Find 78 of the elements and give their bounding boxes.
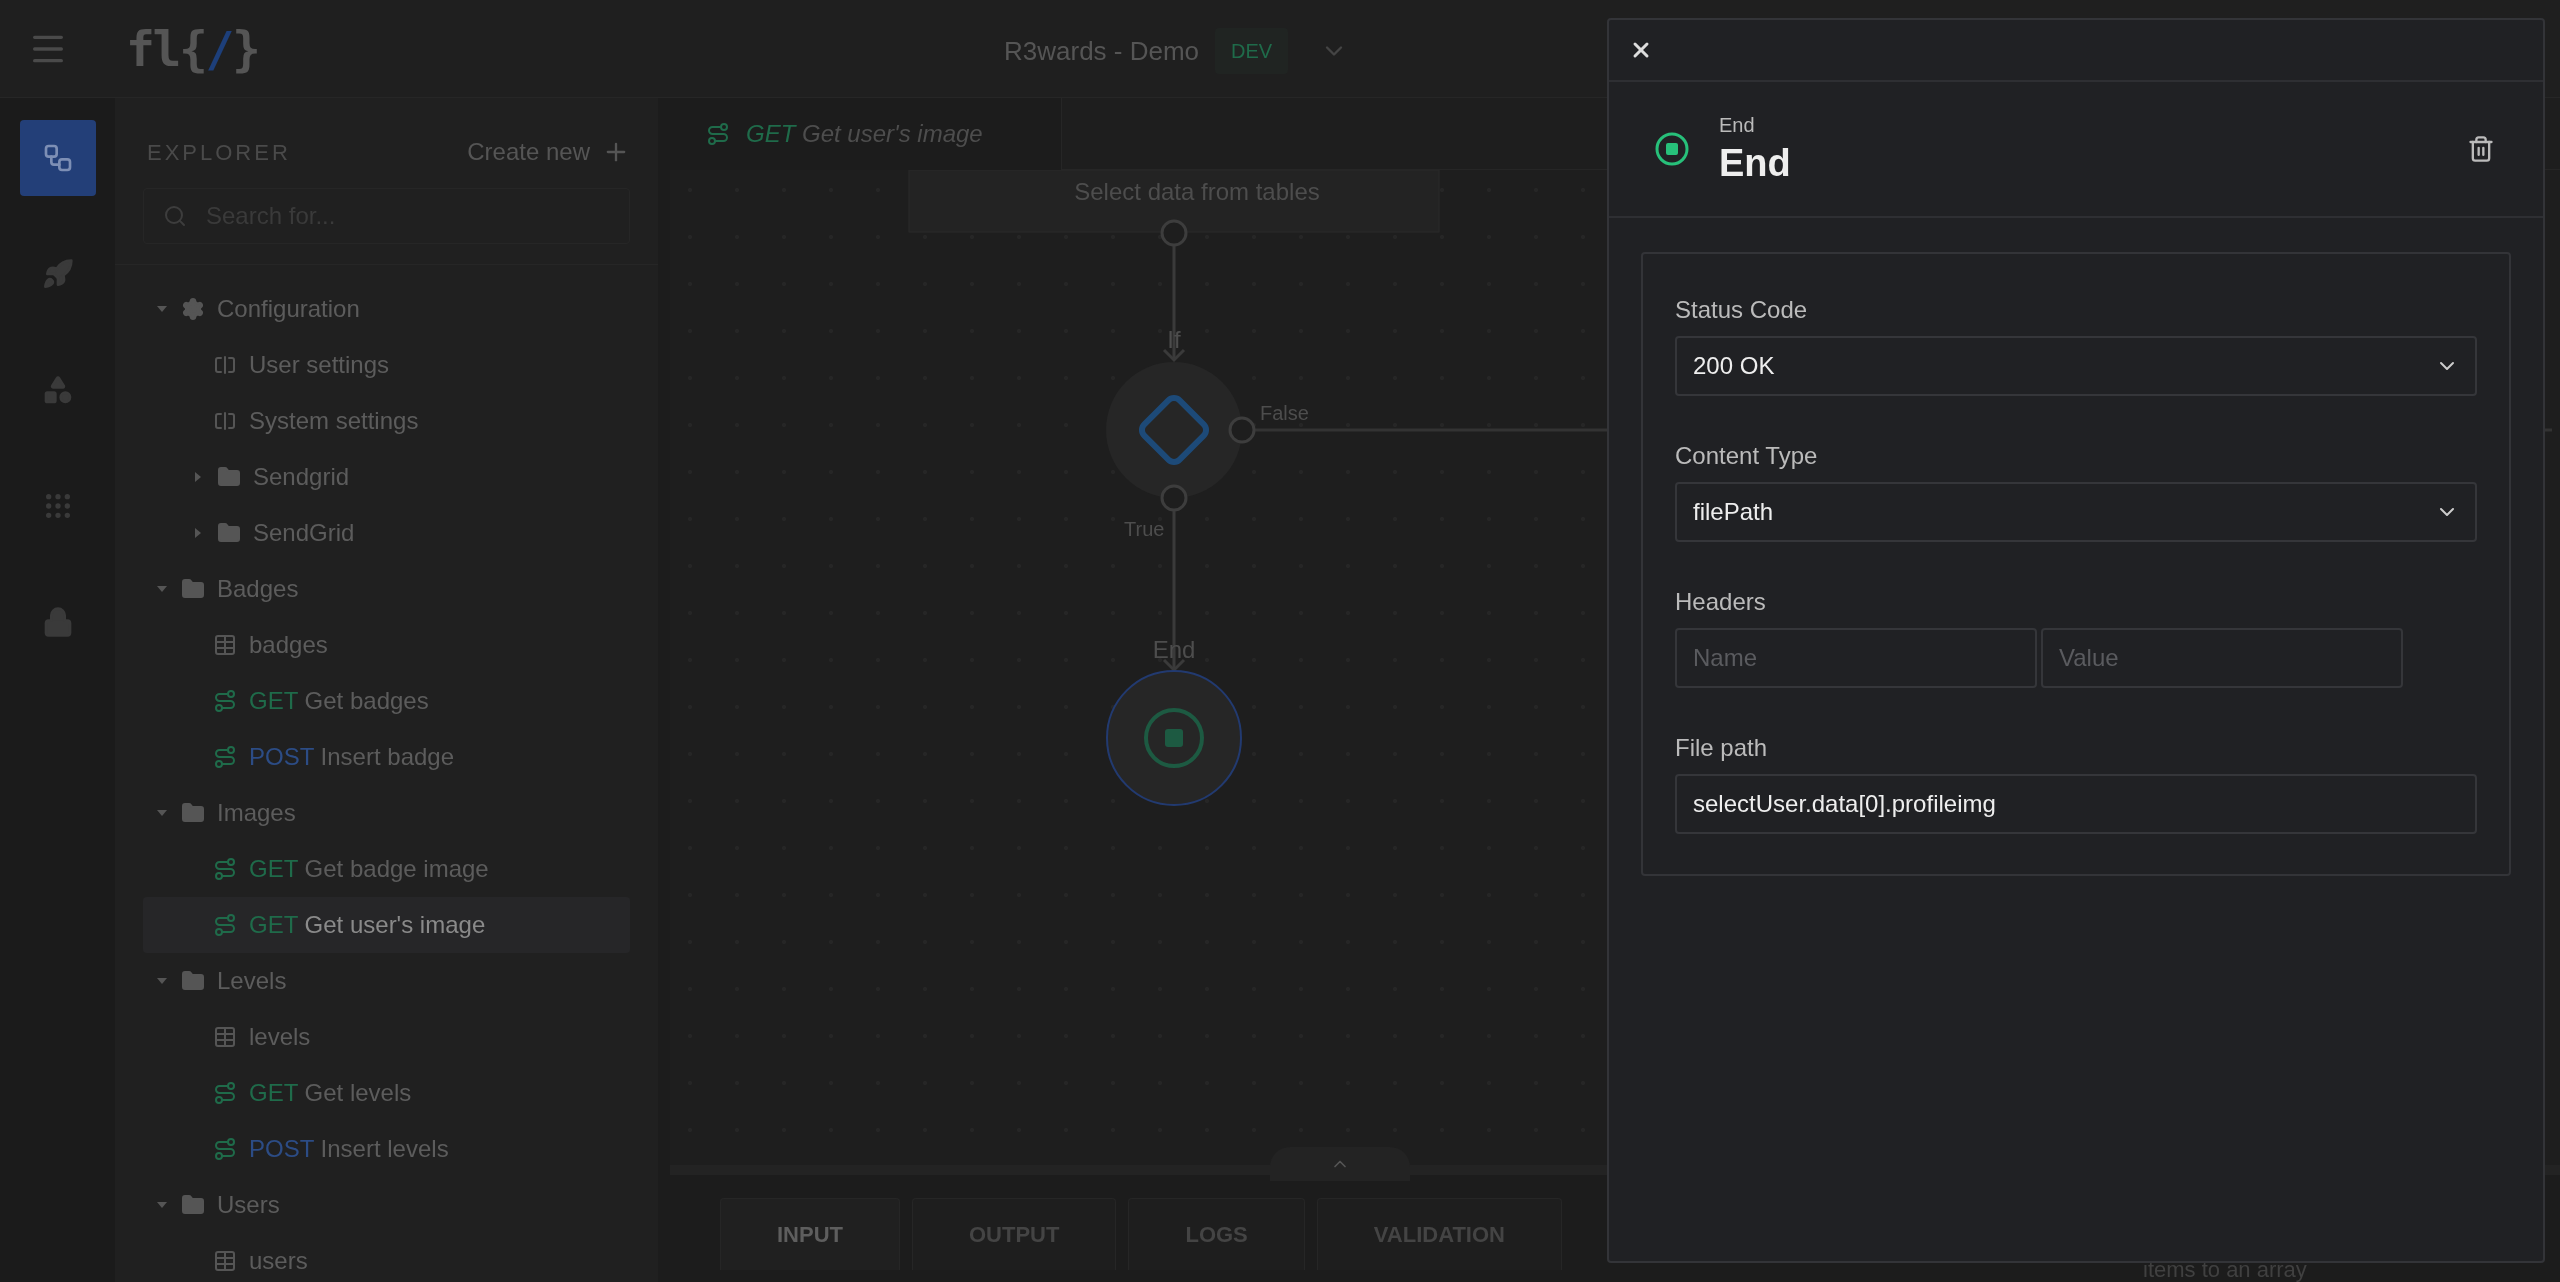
tree-item-label: levels [249, 1022, 311, 1052]
rocket-icon [41, 258, 74, 290]
table-icon [213, 1249, 237, 1273]
field-label: Content Type [1675, 441, 1819, 471]
tree-item[interactable]: Levels [143, 953, 630, 1009]
tree-item-label: users [249, 1246, 308, 1276]
panel-tab[interactable]: INPUT [720, 1198, 900, 1270]
connector-port[interactable] [1160, 219, 1188, 247]
tree-item-label: GET Get levels [249, 1078, 412, 1108]
tree-item[interactable]: Images [143, 785, 630, 841]
folder-icon [181, 801, 205, 825]
route-icon [213, 913, 237, 937]
split-panel-icon [213, 409, 237, 433]
node-type: End [1719, 113, 1756, 139]
select-field[interactable]: 200 OK [1675, 336, 2477, 396]
environment-badge: DEV [1215, 28, 1289, 74]
tree-item[interactable]: levels [143, 1009, 630, 1065]
tree-item-label: Badges [217, 574, 299, 604]
stop-circle-icon [1655, 132, 1689, 166]
tree-item[interactable]: System settings [143, 393, 630, 449]
tree-item-label: SendGrid [253, 518, 355, 548]
tree-item-label: GET Get user's image [249, 910, 486, 940]
field-label: Status Code [1675, 295, 1809, 325]
tree-item-label: Images [217, 798, 296, 828]
tree-item[interactable]: POST Insert badge [143, 729, 630, 785]
trash-icon[interactable] [2467, 135, 2495, 163]
table-icon [213, 633, 237, 657]
route-icon [706, 122, 730, 146]
route-icon [213, 1137, 237, 1161]
tree-item[interactable]: GET Get badge image [143, 841, 630, 897]
tree-item[interactable]: Users [143, 1177, 630, 1233]
route-icon [213, 689, 237, 713]
tree-item[interactable]: SendGrid [143, 505, 630, 561]
tree-item-label: System settings [249, 406, 419, 436]
tree-item-label: GET Get badges [249, 686, 429, 716]
connector-port[interactable] [1160, 484, 1188, 512]
tree-item-label: POST Insert levels [249, 1134, 449, 1164]
connector-port[interactable] [1228, 416, 1256, 444]
input-field[interactable]: Value [2041, 628, 2403, 688]
folder-icon [217, 521, 241, 545]
tree-item[interactable]: Badges [143, 561, 630, 617]
tree-item-label: badges [249, 630, 328, 660]
tree-item[interactable]: Sendgrid [143, 449, 630, 505]
split-panel-icon [213, 353, 237, 377]
route-icon [213, 1081, 237, 1105]
tree-item[interactable]: GET Get levels [143, 1065, 630, 1121]
tree-item-label: POST Insert badge [249, 742, 455, 772]
folder-icon [181, 577, 205, 601]
tree-item[interactable]: GET Get user's image [143, 897, 630, 953]
tree-item-label: Sendgrid [253, 462, 350, 492]
tree-item-label: Levels [217, 966, 287, 996]
input-field[interactable]: selectUser.data[0].profileimg [1675, 774, 2477, 834]
tree-item[interactable]: GET Get badges [143, 673, 630, 729]
tree-item-label: GET Get badge image [249, 854, 489, 884]
node-name: End [1719, 141, 1791, 187]
search-icon [163, 204, 187, 228]
tree-item[interactable]: Configuration [143, 281, 630, 337]
tree-item[interactable]: User settings [143, 337, 630, 393]
tree-item[interactable]: badges [143, 617, 630, 673]
tree-item[interactable]: POST Insert levels [143, 1121, 630, 1177]
folder-icon [181, 1193, 205, 1217]
tree-item-label: Users [217, 1190, 280, 1220]
input-field[interactable]: Name [1675, 628, 2037, 688]
gear-icon [181, 297, 205, 321]
tree-item-label: Configuration [217, 294, 360, 324]
route-icon [213, 857, 237, 881]
folder-icon [217, 465, 241, 489]
end-node[interactable] [1106, 670, 1242, 806]
select-field[interactable]: filePath [1675, 482, 2477, 542]
folder-icon [181, 969, 205, 993]
condition-node[interactable] [1106, 362, 1242, 498]
field-label: File path [1675, 733, 1769, 763]
tree-item[interactable]: users [143, 1233, 630, 1282]
route-icon [213, 745, 237, 769]
rail-button[interactable] [19, 120, 96, 196]
table-icon [213, 1025, 237, 1049]
field-label: Headers [1675, 587, 1767, 617]
tree-item-label: User settings [249, 350, 390, 380]
